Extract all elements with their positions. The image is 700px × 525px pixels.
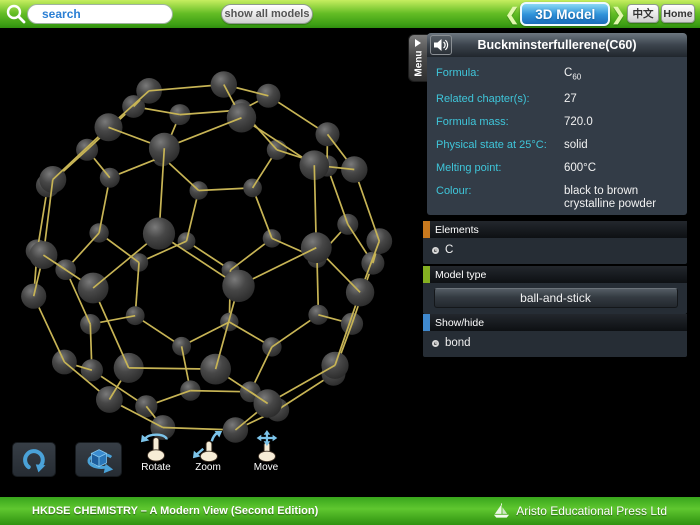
move-gesture-icon (256, 430, 278, 462)
property-row: Colour: black to brown crystalline powder (436, 185, 679, 211)
publisher-name: Aristo Educational Press Ltd (516, 504, 667, 518)
property-value: 720.0 (564, 116, 593, 129)
elements-section: Elements C (423, 221, 687, 264)
property-value: 27 (564, 93, 577, 106)
chevron-left-icon: ❮ (505, 4, 520, 24)
zoom-gesture[interactable]: Zoom (186, 430, 230, 473)
option-bond[interactable]: bond (432, 335, 679, 351)
page-title: 3D Model (520, 2, 611, 26)
model-type-section-title: Model type (435, 268, 487, 281)
orange-accent-bar (423, 221, 430, 238)
language-button[interactable]: 中文 (627, 4, 659, 23)
reset-arrow-icon (23, 448, 46, 472)
property-label: Melting point: (436, 162, 502, 175)
zoom-gesture-label: Zoom (195, 462, 221, 473)
show-hide-section-header: Show/hide (423, 314, 687, 331)
property-list: Formula: C60 Related chapter(s): 27 Formula … (427, 57, 687, 215)
search-input[interactable] (27, 4, 173, 24)
show-hide-options: bond (423, 331, 687, 357)
option-label: bond (445, 337, 471, 349)
auto-rotate-cube-icon (87, 448, 113, 473)
show-hide-section-title: Show/hide (435, 316, 485, 329)
rotate-gesture-label: Rotate (141, 462, 171, 473)
show-all-models-button[interactable]: show all models (221, 4, 313, 24)
menu-tab-label: Menu (413, 50, 425, 77)
speaker-icon (434, 39, 449, 51)
search-icon[interactable] (5, 3, 27, 25)
property-value: solid (564, 139, 588, 152)
green-accent-bar (423, 266, 430, 283)
property-label: Formula mass: (436, 116, 509, 129)
reset-view-button[interactable] (12, 442, 56, 477)
home-button[interactable]: Home (661, 4, 695, 23)
viewer-stage: Menu Buckminsterfullerene(C60) Formula: C… (0, 28, 700, 497)
chevron-right-icon: ❯ (611, 4, 626, 24)
app-window: show all models ❮ 3D Model ❯ 中文 Home Men… (0, 0, 700, 525)
zoom-gesture-icon (192, 430, 223, 462)
option-label: C (445, 244, 454, 256)
rotate-gesture[interactable]: Rotate (134, 430, 178, 473)
model-type-section: Model type ball-and-stick (423, 266, 687, 314)
show-hide-section: Show/hide bond (423, 314, 687, 357)
book-title: HKDSE CHEMISTRY – A Modern View (Second … (32, 505, 319, 517)
elements-section-title: Elements (435, 223, 479, 236)
elements-section-header: Elements (423, 221, 687, 238)
speaker-button[interactable] (430, 35, 452, 55)
ball-and-stick-button[interactable]: ball-and-stick (433, 288, 678, 308)
molecule-title: Buckminsterfullerene(C60) (477, 38, 637, 52)
auto-rotate-button[interactable] (75, 442, 122, 477)
property-row: Physical state at 25°C: solid (436, 139, 679, 152)
molecule-title-bar: Buckminsterfullerene(C60) (427, 33, 687, 57)
property-value: black to brown crystalline powder (564, 185, 657, 211)
top-bar: show all models ❮ 3D Model ❯ 中文 Home (0, 0, 700, 28)
property-label: Colour: (436, 185, 472, 198)
move-gesture-label: Move (253, 462, 279, 473)
property-row: Formula mass: 720.0 (436, 116, 679, 129)
property-row: Melting point: 600°C (436, 162, 679, 175)
property-label: Related chapter(s): (436, 93, 530, 106)
carbon-atom (142, 217, 176, 250)
radio-icon (432, 339, 439, 347)
rotate-gesture-icon (140, 433, 168, 462)
app-title-banner: ❮ 3D Model ❯ (505, 1, 626, 27)
radio-icon (432, 246, 439, 254)
option-C[interactable]: C (432, 242, 679, 258)
blue-accent-bar (423, 314, 430, 331)
property-value: 600°C (564, 162, 597, 175)
model-type-section-header: Model type (423, 266, 687, 283)
carbon-atom (262, 337, 282, 357)
menu-tab[interactable]: Menu (408, 34, 429, 82)
aristo-sailboat-logo (494, 503, 510, 518)
property-row: Formula: C60 (436, 67, 679, 83)
property-row: Related chapter(s): 27 (436, 93, 679, 106)
footer-bar: HKDSE CHEMISTRY – A Modern View (Second … (0, 497, 700, 525)
property-value: C60 (564, 67, 582, 82)
elements-options: C (423, 238, 687, 264)
property-label: Formula: (436, 67, 480, 79)
carbon-atom (222, 269, 255, 303)
property-label: Physical state at 25°C: (436, 139, 547, 152)
move-gesture[interactable]: Move (244, 430, 288, 473)
